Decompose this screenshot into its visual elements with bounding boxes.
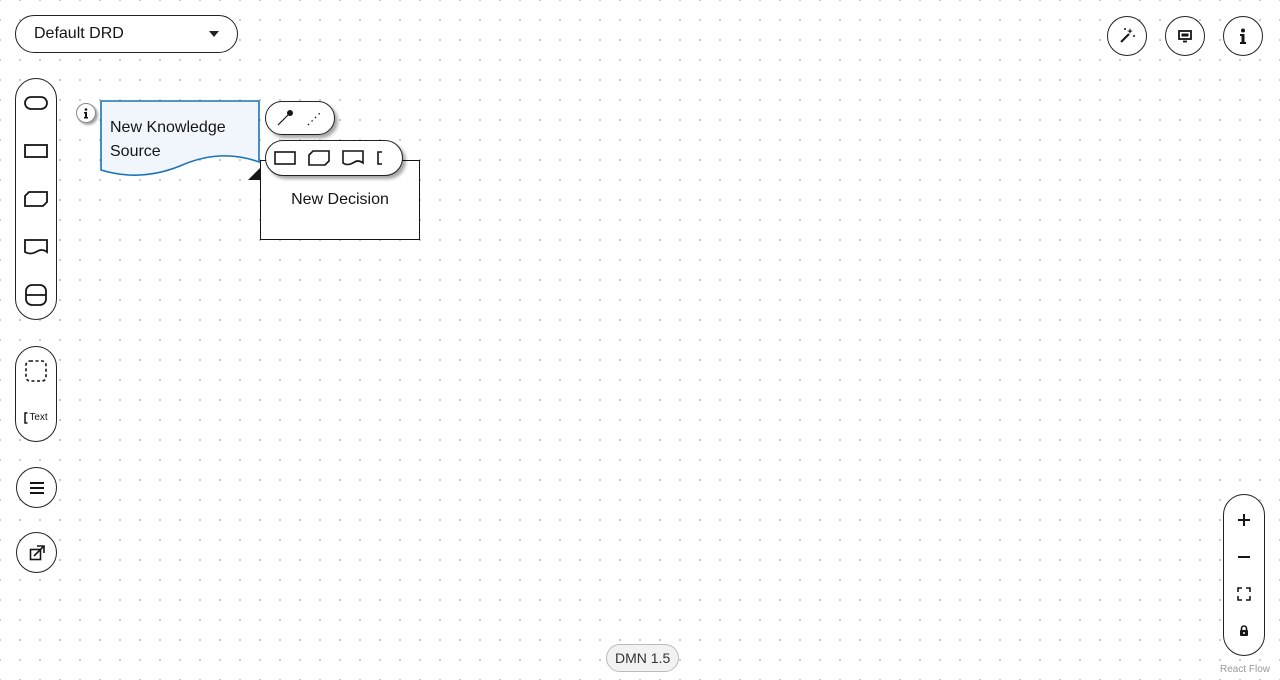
decision-service-icon (25, 284, 47, 306)
association-icon[interactable] (306, 109, 324, 127)
resize-handle-icon[interactable] (248, 168, 260, 180)
palette-decision-service[interactable] (16, 271, 56, 319)
palette-decision[interactable] (16, 127, 56, 175)
knowledge-source-icon (24, 239, 48, 255)
external-models-button[interactable] (16, 532, 57, 573)
knowledge-source-node[interactable]: New Knowledge Source (100, 100, 260, 182)
node-morph-toolbar (265, 140, 403, 176)
node-info-button[interactable] (76, 103, 96, 123)
zoom-out-button[interactable] (1229, 542, 1259, 572)
palette-group[interactable] (16, 347, 56, 394)
zoom-in-button[interactable] (1229, 505, 1259, 535)
annotation-palette: Text (15, 346, 57, 442)
decision-icon (24, 144, 48, 158)
text-annotation-label: Text (29, 412, 48, 423)
group-icon (25, 359, 47, 382)
info-icon (1240, 28, 1246, 44)
minus-icon (1238, 555, 1250, 558)
properties-button[interactable] (1223, 16, 1263, 56)
knowledge-source-icon[interactable] (342, 150, 364, 166)
text-annotation-icon[interactable] (376, 151, 384, 165)
palette-knowledge-source[interactable] (16, 223, 56, 271)
input-data-icon (24, 96, 48, 110)
lock-button[interactable] (1229, 616, 1259, 646)
lock-icon (1240, 624, 1248, 636)
decision-label: New Decision (291, 191, 389, 208)
fit-view-icon (1237, 586, 1251, 601)
monitor-icon (1178, 30, 1192, 43)
magic-wand-icon (1120, 28, 1135, 43)
business-knowledge-model-icon[interactable] (308, 150, 330, 166)
external-link-icon (29, 544, 45, 560)
overlays-button[interactable] (1165, 16, 1205, 56)
fit-view-button[interactable] (1229, 579, 1259, 609)
palette-text-annotation[interactable]: Text (16, 394, 56, 441)
zoom-controls (1223, 494, 1265, 656)
edge-handles-toolbar (265, 101, 335, 135)
decision-icon[interactable] (274, 151, 296, 165)
information-requirement-icon[interactable] (276, 109, 294, 127)
palette-input-data[interactable] (16, 79, 56, 127)
drd-selector-value: Default DRD (34, 25, 124, 42)
business-knowledge-model-icon (24, 191, 48, 207)
hamburger-menu-icon (29, 481, 44, 494)
plus-icon (1238, 513, 1250, 526)
text-annotation-bracket-icon (24, 411, 28, 424)
node-palette (15, 78, 57, 320)
drd-selector[interactable]: Default DRD (15, 15, 238, 53)
dmn-version-badge: DMN 1.5 (606, 644, 680, 672)
react-flow-attribution[interactable]: React Flow (1220, 664, 1270, 675)
caret-down-icon (209, 31, 219, 37)
knowledge-source-label: New Knowledge Source (110, 119, 226, 160)
info-icon (84, 107, 88, 118)
auto-layout-button[interactable] (1107, 16, 1147, 56)
palette-bkm[interactable] (16, 175, 56, 223)
outline-menu-button[interactable] (16, 467, 57, 508)
